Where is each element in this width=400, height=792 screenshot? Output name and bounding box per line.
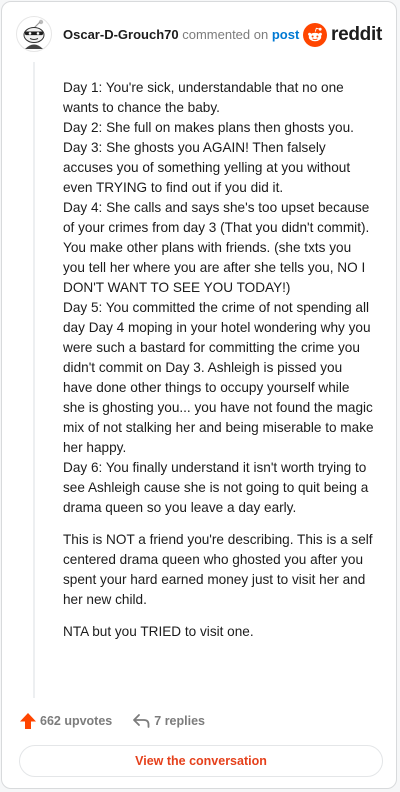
comment-actions: 662 upvotes 7 replies (19, 710, 205, 732)
upvote-arrow-icon (20, 713, 36, 729)
author-name[interactable]: Oscar-D-Grouch70 (63, 27, 179, 42)
post-link[interactable]: post (272, 27, 299, 42)
replies-button[interactable]: 7 replies (132, 713, 205, 729)
upvote-button[interactable]: 662 upvotes (19, 712, 112, 730)
user-avatar-icon[interactable] (16, 16, 52, 52)
comment-day-log: Day 1: You're sick, understandable that … (63, 80, 374, 515)
thread-line[interactable] (33, 62, 35, 698)
comment-header: Oscar-D-Grouch70 commented on post reddi… (2, 2, 396, 68)
reddit-brand[interactable]: reddit (303, 22, 382, 48)
comment-paragraph-3: NTA but you TRIED to visit one. (63, 624, 254, 639)
reddit-wordmark: reddit (331, 24, 382, 45)
comment-paragraph-2: This is NOT a friend you're describing. … (63, 532, 373, 607)
upvote-count: 662 upvotes (40, 714, 113, 728)
view-conversation-button[interactable]: View the conversation (19, 745, 383, 777)
reddit-logo-icon (303, 23, 328, 47)
comment-body: Day 1: You're sick, understandable that … (63, 78, 375, 654)
comment-card: Oscar-D-Grouch70 commented on post reddi… (1, 1, 397, 789)
commented-on-text: commented on (182, 27, 269, 42)
author-line: Oscar-D-Grouch70 commented on post (63, 27, 299, 43)
reply-arrow-icon (133, 714, 150, 728)
replies-count: 7 replies (154, 714, 205, 728)
